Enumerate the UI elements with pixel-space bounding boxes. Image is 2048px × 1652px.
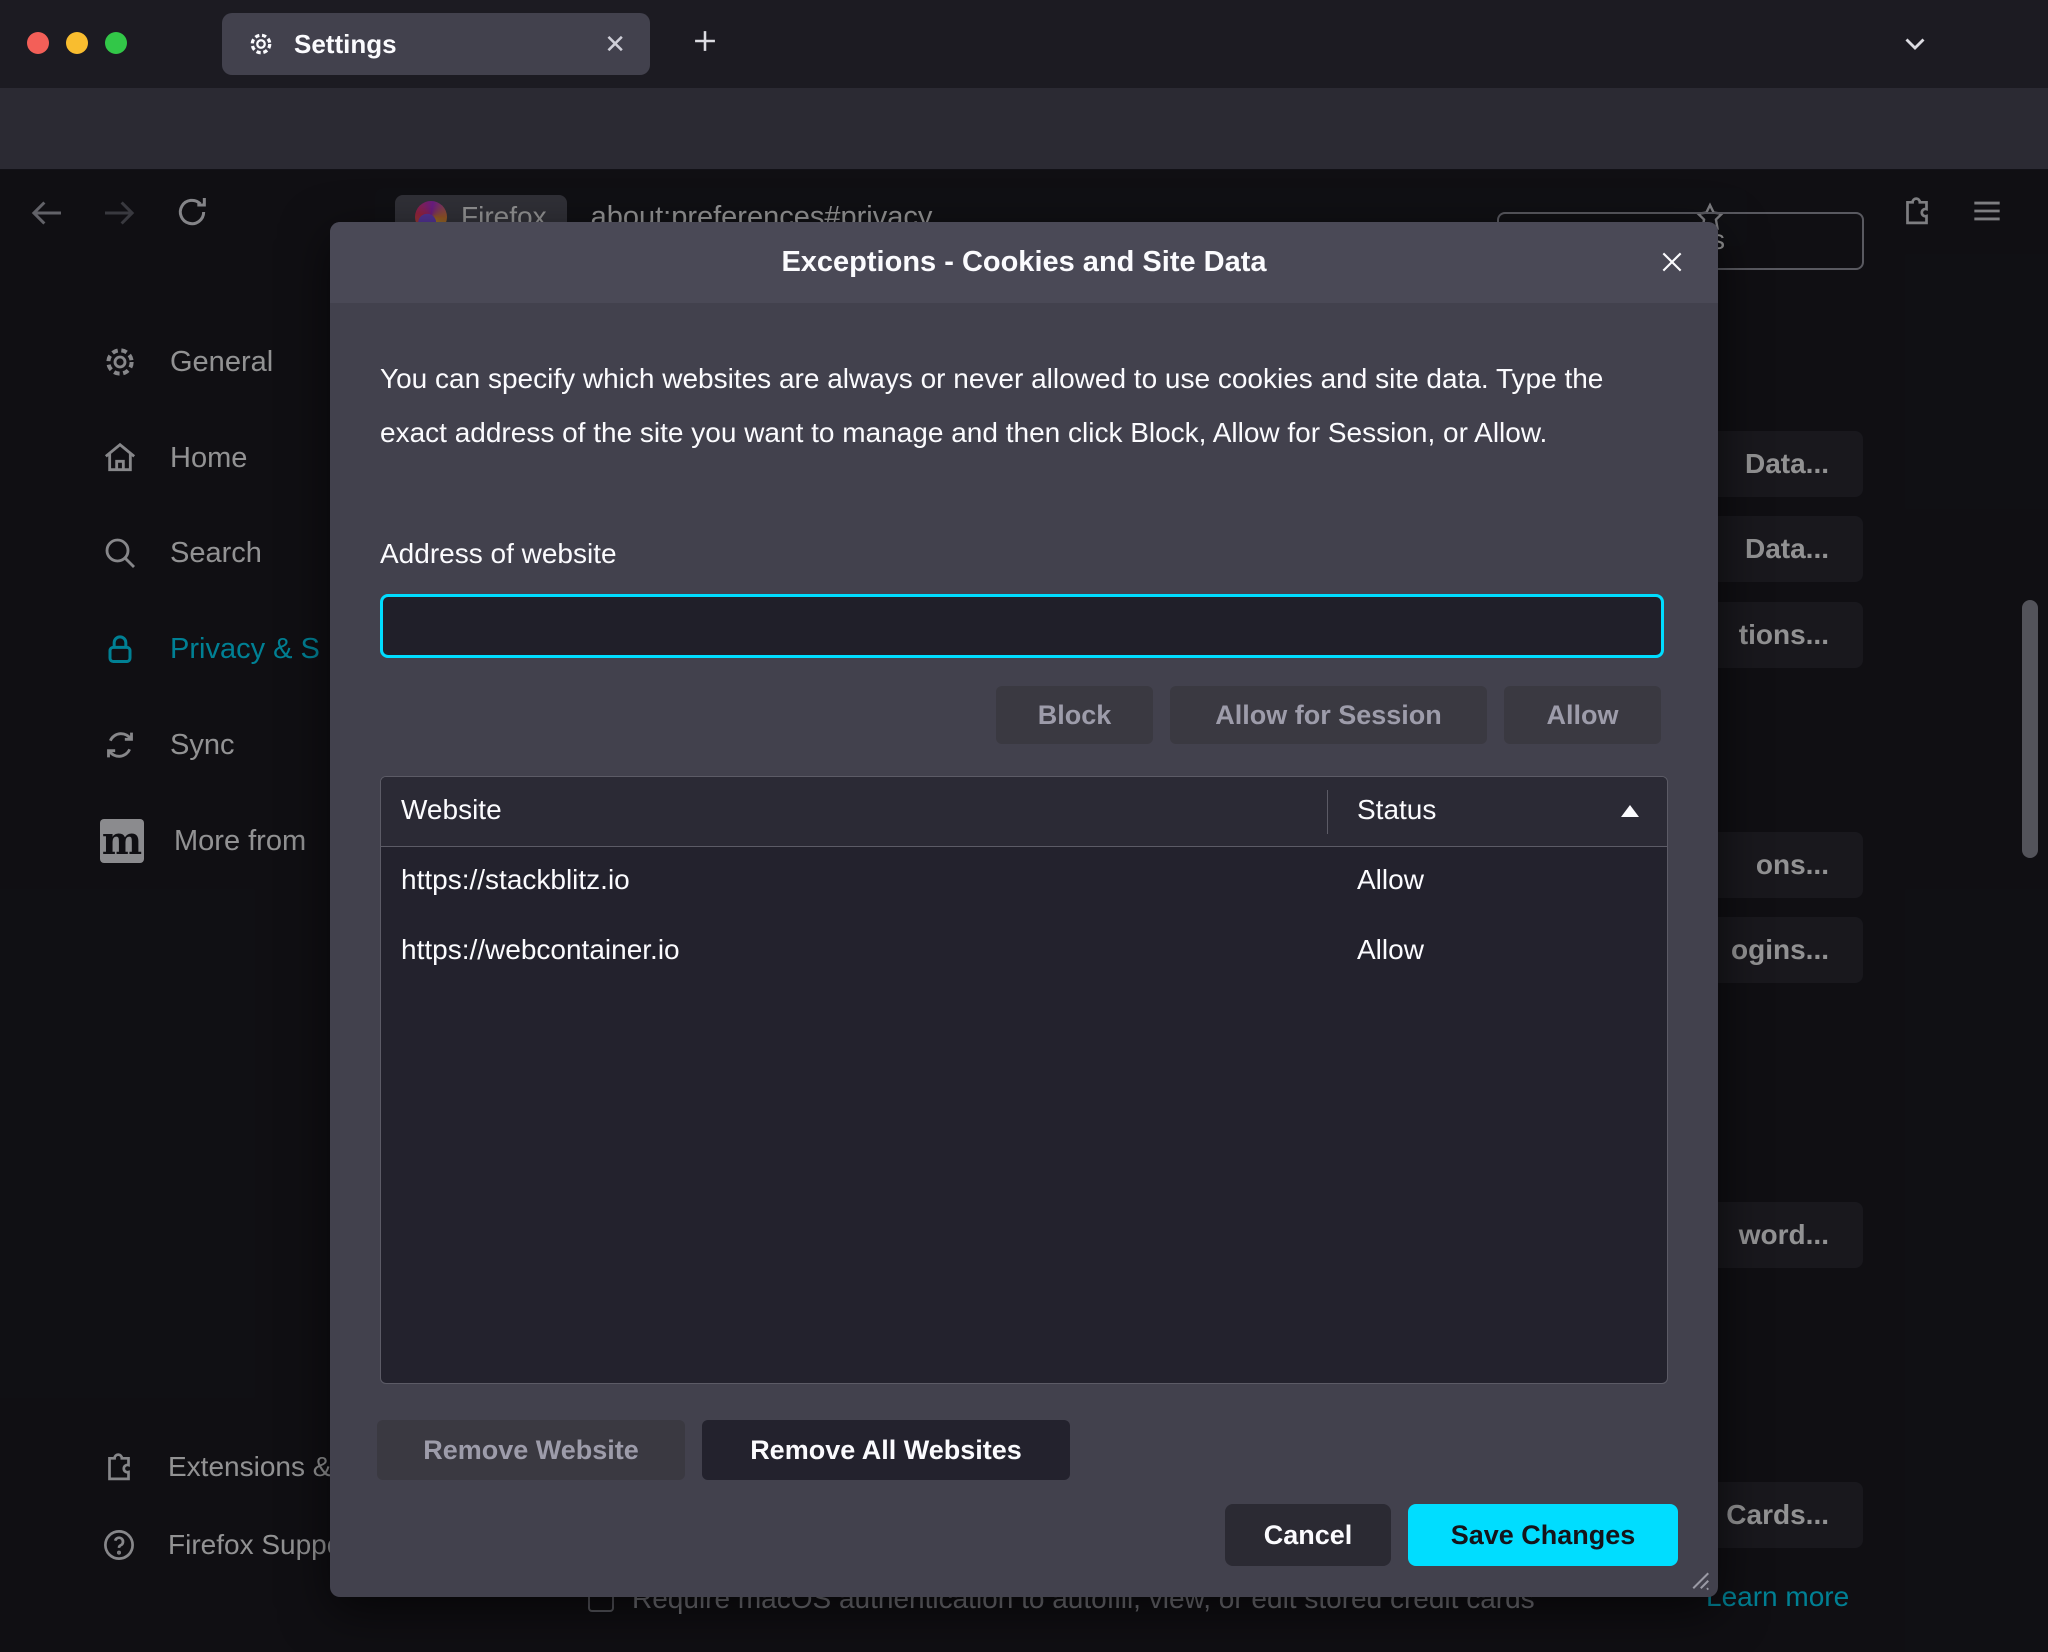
column-divider xyxy=(1327,790,1328,834)
new-tab-button[interactable] xyxy=(688,24,722,58)
list-all-tabs-chevron-icon[interactable] xyxy=(1898,26,1932,60)
column-header-website[interactable]: Website xyxy=(401,794,502,826)
close-icon[interactable] xyxy=(1656,246,1688,278)
table-row[interactable]: https://webcontainer.io Allow xyxy=(381,917,1667,987)
traffic-zoom-button[interactable] xyxy=(105,32,127,54)
tab-bar: Settings ✕ xyxy=(0,0,2048,88)
dialog-description: You can specify which websites are alway… xyxy=(380,352,1635,460)
website-cell: https://stackblitz.io xyxy=(401,864,630,896)
sort-ascending-icon[interactable] xyxy=(1621,805,1639,817)
table-header: Website Status xyxy=(381,777,1667,847)
exceptions-table: Website Status https://stackblitz.io All… xyxy=(380,776,1668,1384)
save-changes-button[interactable]: Save Changes xyxy=(1408,1504,1678,1566)
address-label: Address of website xyxy=(380,538,617,570)
exceptions-dialog: Exceptions - Cookies and Site Data You c… xyxy=(330,222,1718,1597)
block-button[interactable]: Block xyxy=(996,686,1153,744)
column-header-status[interactable]: Status xyxy=(1357,794,1436,826)
status-cell: Allow xyxy=(1357,934,1424,966)
table-row[interactable]: https://stackblitz.io Allow xyxy=(381,847,1667,917)
firefox-window: Settings ✕ xyxy=(0,0,2048,1652)
allow-for-session-button[interactable]: Allow for Session xyxy=(1170,686,1487,744)
navigation-bar: Firefox about:preferences#privacy xyxy=(0,88,2048,170)
allow-button[interactable]: Allow xyxy=(1504,686,1661,744)
status-cell: Allow xyxy=(1357,864,1424,896)
traffic-minimize-button[interactable] xyxy=(66,32,88,54)
traffic-close-button[interactable] xyxy=(27,32,49,54)
dialog-title: Exceptions - Cookies and Site Data xyxy=(781,246,1266,279)
tab-settings[interactable]: Settings ✕ xyxy=(222,13,650,75)
website-cell: https://webcontainer.io xyxy=(401,934,680,966)
gear-icon xyxy=(246,29,276,59)
address-input[interactable] xyxy=(380,594,1664,658)
remove-all-websites-button[interactable]: Remove All Websites xyxy=(702,1420,1070,1480)
tab-close-icon[interactable]: ✕ xyxy=(604,29,626,60)
remove-website-button[interactable]: Remove Website xyxy=(377,1420,685,1480)
tab-title: Settings xyxy=(294,29,586,60)
resize-handle-icon[interactable] xyxy=(1682,1562,1712,1592)
dialog-header: Exceptions - Cookies and Site Data xyxy=(330,222,1718,303)
cancel-button[interactable]: Cancel xyxy=(1225,1504,1391,1566)
